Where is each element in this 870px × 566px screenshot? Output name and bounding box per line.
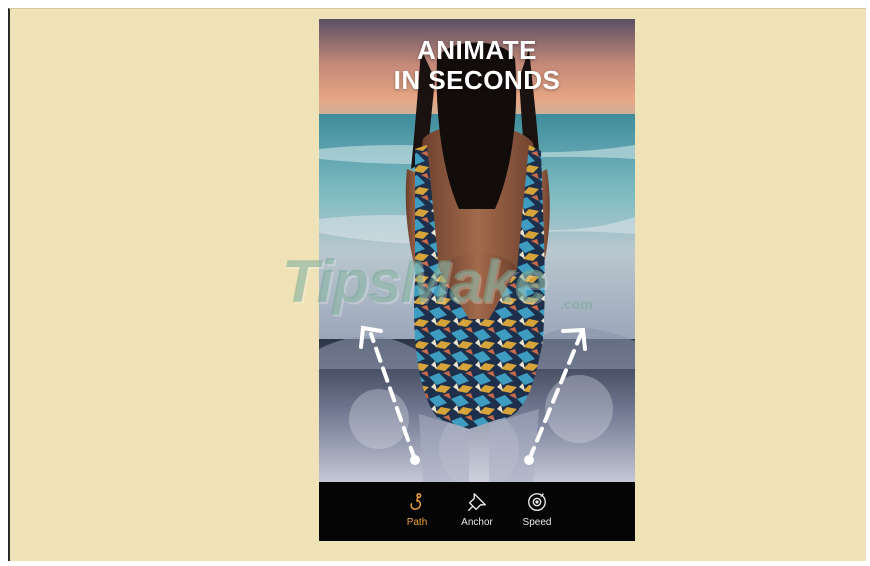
tool-anchor-label: Anchor bbox=[461, 517, 493, 528]
speed-dial-icon bbox=[528, 493, 546, 511]
anchor-pin-icon bbox=[468, 493, 486, 511]
watermark-logo: TipsMake bbox=[282, 248, 547, 315]
headline: ANIMATE IN SECONDS bbox=[319, 35, 635, 95]
tool-speed[interactable]: Speed bbox=[520, 491, 554, 541]
tool-anchor[interactable]: Anchor bbox=[460, 491, 494, 541]
tool-path-label: Path bbox=[406, 517, 428, 528]
watermark-suffix: .com bbox=[560, 296, 593, 312]
headline-line-2: IN SECONDS bbox=[393, 65, 561, 95]
tool-path[interactable]: Path bbox=[400, 491, 434, 541]
bottom-toolbar: Path Anchor Speed bbox=[319, 482, 635, 541]
path-icon bbox=[410, 493, 422, 510]
headline-line-1: ANIMATE bbox=[416, 35, 537, 65]
tool-speed-label: Speed bbox=[522, 517, 552, 528]
